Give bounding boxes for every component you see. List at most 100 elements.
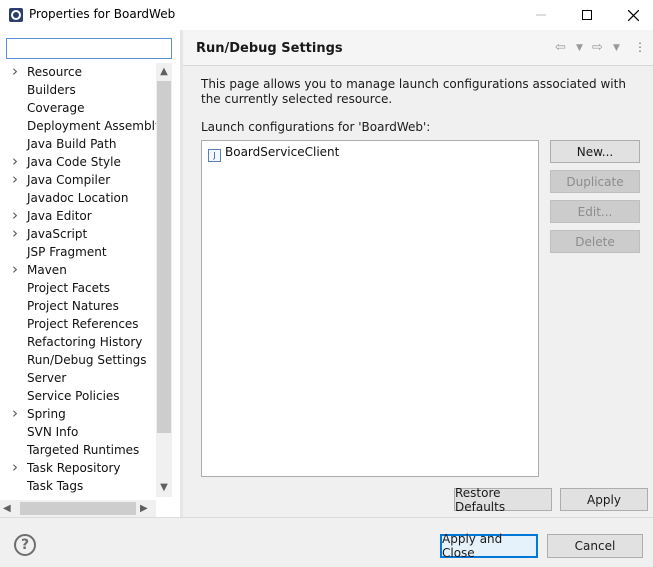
- close-icon: [627, 9, 639, 21]
- expand-chevron-icon[interactable]: ›: [12, 495, 22, 498]
- back-dropdown-icon[interactable]: ▼: [576, 43, 583, 59]
- filter-input[interactable]: [6, 38, 172, 59]
- tree-item-label: Java Code Style: [27, 155, 121, 169]
- tree-item[interactable]: Server: [0, 369, 156, 387]
- tree-item-label: Run/Debug Settings: [27, 353, 147, 367]
- tree-item-label: Coverage: [27, 101, 85, 115]
- tree-item[interactable]: › Resource: [0, 63, 156, 81]
- tree-item[interactable]: Builders: [0, 81, 156, 99]
- tree-item-label: JSP Fragment: [27, 245, 107, 259]
- tree-item-label: Task Tags: [27, 479, 84, 493]
- new-button[interactable]: New...: [550, 140, 640, 163]
- tree-item[interactable]: Coverage: [0, 99, 156, 117]
- tree-item-label: Spring: [27, 407, 66, 421]
- tree-item[interactable]: SVN Info: [0, 423, 156, 441]
- title-bar: Properties for BoardWeb: [0, 0, 653, 30]
- settings-page: Run/Debug Settings ⇦ ▼ ⇨ ▼ ⋮ This page a…: [183, 30, 653, 517]
- tree-item[interactable]: Targeted Runtimes: [0, 441, 156, 459]
- delete-button[interactable]: Delete: [550, 230, 640, 253]
- window-title: Properties for BoardWeb: [29, 7, 176, 21]
- expand-chevron-icon[interactable]: ›: [12, 153, 22, 170]
- tree-item-label: Deployment Assembly: [27, 119, 156, 133]
- expand-chevron-icon[interactable]: ›: [12, 459, 22, 476]
- tree-horizontal-scrollbar[interactable]: ◀ ▶: [0, 500, 156, 517]
- expand-chevron-icon[interactable]: ›: [12, 63, 22, 80]
- tree-item[interactable]: › Java Compiler: [0, 171, 156, 189]
- forward-arrow-icon[interactable]: ⇨: [592, 40, 603, 56]
- launch-config-list[interactable]: J BoardServiceClient: [201, 140, 539, 477]
- tree-item[interactable]: JSP Fragment: [0, 243, 156, 261]
- tree-item-label: Service Policies: [27, 389, 120, 403]
- expand-chevron-icon[interactable]: ›: [12, 171, 22, 188]
- java-application-icon: J: [208, 149, 221, 162]
- tree-item[interactable]: Task Tags: [0, 477, 156, 495]
- tree-item[interactable]: Project References: [0, 315, 156, 333]
- list-item[interactable]: J BoardServiceClient: [208, 144, 340, 162]
- tree-item-label: Validation: [27, 495, 86, 497]
- apply-button[interactable]: Apply: [560, 488, 648, 511]
- edit-button[interactable]: Edit...: [550, 200, 640, 223]
- maximize-button[interactable]: [564, 0, 610, 30]
- tree-item[interactable]: › Spring: [0, 405, 156, 423]
- eclipse-app-icon: [9, 8, 23, 22]
- tree-item[interactable]: › JavaScript: [0, 225, 156, 243]
- duplicate-button[interactable]: Duplicate: [550, 170, 640, 193]
- tree-item-label: Project References: [27, 317, 139, 331]
- tree-item[interactable]: Service Policies: [0, 387, 156, 405]
- page-title: Run/Debug Settings: [196, 41, 343, 56]
- tree-item-label: Task Repository: [27, 461, 121, 475]
- tree-vertical-scrollbar[interactable]: ▲ ▼: [156, 63, 172, 497]
- tree-item-label: Resource: [27, 65, 83, 79]
- back-arrow-icon[interactable]: ⇦: [555, 40, 566, 56]
- tree-item-label: Java Compiler: [27, 173, 111, 187]
- tree-item-label: Builders: [27, 83, 76, 97]
- cancel-button[interactable]: Cancel: [547, 534, 643, 558]
- help-icon[interactable]: ?: [14, 534, 36, 556]
- tree-item-label: SVN Info: [27, 425, 79, 439]
- hscroll-thumb[interactable]: [20, 502, 136, 515]
- tree-item-label: Project Facets: [27, 281, 110, 295]
- restore-defaults-button[interactable]: Restore Defaults: [454, 486, 552, 514]
- forward-dropdown-icon[interactable]: ▼: [613, 43, 620, 59]
- config-name: BoardServiceClient: [225, 145, 340, 159]
- tree-item-label: JavaScript: [27, 227, 88, 241]
- tree-item[interactable]: › Maven: [0, 261, 156, 279]
- tree-item[interactable]: Refactoring History: [0, 333, 156, 351]
- category-tree: › Resource Builders Coverage Deployment Asse…: [0, 63, 156, 497]
- scroll-down-icon[interactable]: ▼: [156, 479, 172, 497]
- tree-item-label: Java Build Path: [27, 137, 117, 151]
- tree-item-label: Javadoc Location: [27, 191, 129, 205]
- expand-chevron-icon[interactable]: ›: [12, 225, 22, 242]
- close-button[interactable]: [610, 0, 653, 30]
- tree-item-label: Targeted Runtimes: [27, 443, 140, 457]
- maximize-icon: [582, 10, 592, 20]
- tree-item[interactable]: › Java Editor: [0, 207, 156, 225]
- scroll-up-icon[interactable]: ▲: [156, 63, 172, 81]
- scroll-thumb[interactable]: [157, 81, 171, 433]
- minimize-button[interactable]: [518, 0, 564, 30]
- tree-item[interactable]: Java Build Path: [0, 135, 156, 153]
- expand-chevron-icon[interactable]: ›: [12, 261, 22, 278]
- tree-item-label: Java Editor: [27, 209, 92, 223]
- expand-chevron-icon[interactable]: ›: [12, 405, 22, 422]
- minimize-icon: [536, 14, 546, 16]
- page-header: Run/Debug Settings ⇦ ▼ ⇨ ▼ ⋮: [183, 30, 653, 66]
- page-description: This page allows you to manage launch co…: [201, 77, 626, 106]
- expand-chevron-icon[interactable]: ›: [12, 207, 22, 224]
- tree-item[interactable]: Project Natures: [0, 297, 156, 315]
- view-menu-icon[interactable]: ⋮: [634, 40, 646, 56]
- apply-and-close-button[interactable]: Apply and Close: [440, 532, 538, 560]
- tree-item-label: Maven: [27, 263, 67, 277]
- tree-item[interactable]: Javadoc Location: [0, 189, 156, 207]
- tree-item[interactable]: › Task Repository: [0, 459, 156, 477]
- tree-item[interactable]: Deployment Assembly: [0, 117, 156, 135]
- scroll-left-icon[interactable]: ◀: [3, 500, 17, 517]
- tree-item[interactable]: › Java Code Style: [0, 153, 156, 171]
- category-panel: › Resource Builders Coverage Deployment Asse…: [0, 30, 180, 517]
- tree-item-label: Server: [27, 371, 67, 385]
- config-list-label: Launch configurations for 'BoardWeb':: [201, 120, 431, 134]
- scroll-right-icon[interactable]: ▶: [140, 500, 154, 517]
- tree-item[interactable]: › Validation: [0, 495, 156, 498]
- tree-item[interactable]: Run/Debug Settings: [0, 351, 156, 369]
- tree-item[interactable]: Project Facets: [0, 279, 156, 297]
